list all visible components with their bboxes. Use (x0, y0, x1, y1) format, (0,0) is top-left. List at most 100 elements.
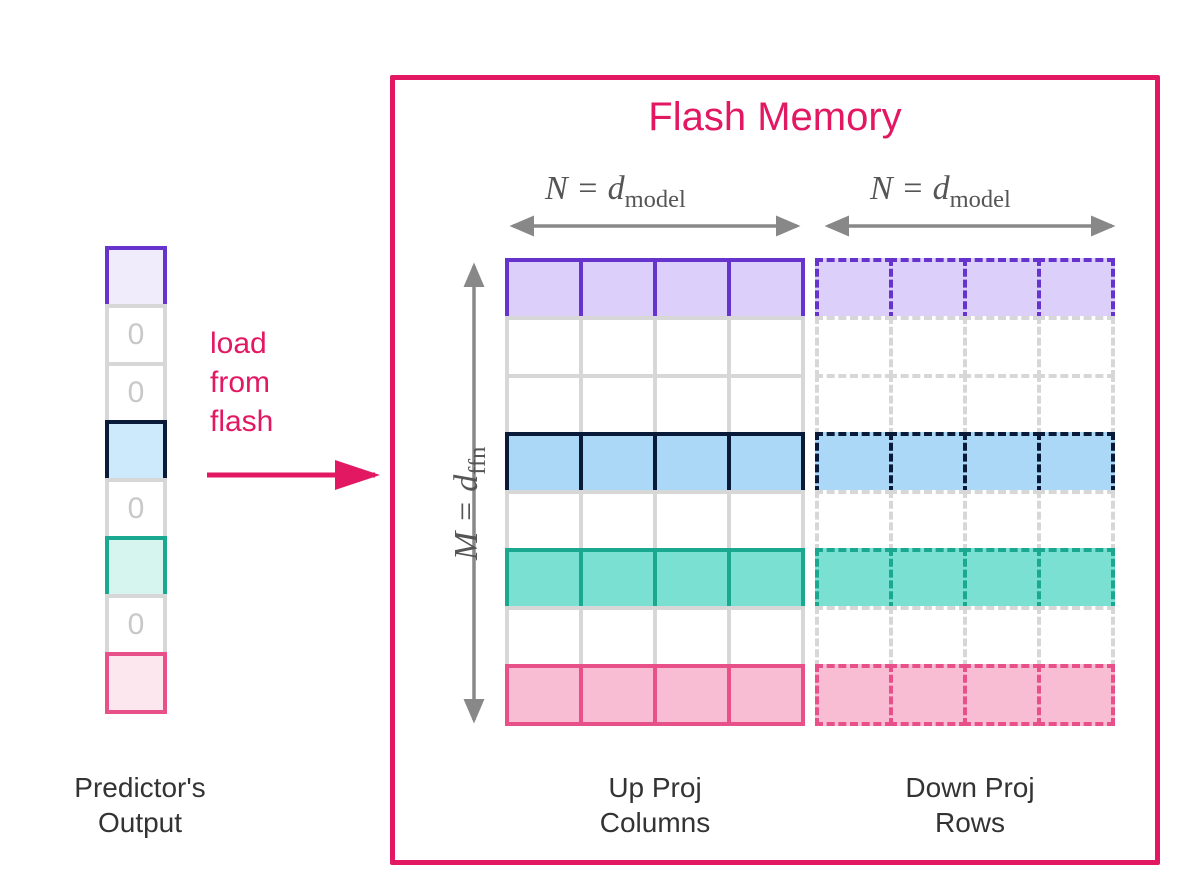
matrix-cell (963, 490, 1041, 552)
matrix-cell (963, 606, 1041, 668)
matrix-cell (579, 490, 657, 552)
matrix-cell (889, 548, 967, 610)
matrix-row (505, 432, 801, 494)
matrix-cell (1037, 606, 1115, 668)
matrix-row (815, 432, 1111, 494)
matrix-cell (653, 606, 731, 668)
matrix-cell (653, 432, 731, 494)
matrix-row (505, 258, 801, 320)
matrix-cell (727, 490, 805, 552)
matrix-row (505, 664, 801, 726)
matrix-cell (963, 258, 1041, 320)
n-dmodel-left-label: N = dmodel (545, 170, 686, 214)
down-proj-matrix (815, 258, 1111, 722)
matrix-cell (1037, 374, 1115, 436)
matrix-cell (579, 316, 657, 378)
matrix-cell (963, 316, 1041, 378)
matrix-cell (505, 258, 583, 320)
matrix-cell (889, 432, 967, 494)
matrix-cell (579, 258, 657, 320)
matrix-row (815, 374, 1111, 436)
flash-memory-title: Flash Memory (390, 95, 1160, 140)
matrix-cell (653, 258, 731, 320)
matrix-row (815, 606, 1111, 668)
matrix-cell (727, 664, 805, 726)
matrix-cell (727, 548, 805, 610)
n-dmodel-right-label: N = dmodel (870, 170, 1011, 214)
load-from-flash-text: loadfromflash (210, 324, 273, 441)
matrix-cell (505, 316, 583, 378)
matrix-cell (889, 258, 967, 320)
matrix-cell (963, 374, 1041, 436)
matrix-cell (727, 374, 805, 436)
matrix-cell (505, 432, 583, 494)
matrix-cell (815, 316, 893, 378)
matrix-cell (1037, 664, 1115, 726)
matrix-row (505, 374, 801, 436)
predictor-cell: 0 (105, 594, 167, 656)
predictor-cell: 0 (105, 478, 167, 540)
matrix-cell (1037, 548, 1115, 610)
matrix-cell (579, 548, 657, 610)
matrix-cell (505, 606, 583, 668)
predictor-cell: 0 (105, 362, 167, 424)
predictor-cell (105, 246, 167, 308)
matrix-cell (505, 490, 583, 552)
matrix-cell (505, 374, 583, 436)
matrix-cell (579, 664, 657, 726)
predictor-cell: 0 (105, 304, 167, 366)
matrix-row (815, 664, 1111, 726)
matrix-cell (889, 606, 967, 668)
matrix-cell (815, 664, 893, 726)
matrix-cell (889, 490, 967, 552)
up-proj-matrix (505, 258, 801, 722)
matrix-cell (889, 664, 967, 726)
matrix-cell (653, 316, 731, 378)
down-proj-label: Down ProjRows (820, 770, 1120, 840)
matrix-cell (653, 490, 731, 552)
matrix-cell (579, 374, 657, 436)
matrix-row (815, 490, 1111, 552)
predictor-output-label: Predictor'sOutput (65, 770, 215, 840)
matrix-row (505, 606, 801, 668)
n-width-arrow-left-icon (505, 212, 805, 240)
matrix-cell (1037, 432, 1115, 494)
matrix-cell (579, 432, 657, 494)
matrix-cell (963, 432, 1041, 494)
matrix-cell (815, 490, 893, 552)
matrix-cell (963, 548, 1041, 610)
predictor-cell (105, 420, 167, 482)
m-dffn-label: M = dffn (448, 447, 492, 560)
matrix-cell (653, 374, 731, 436)
matrix-cell (889, 316, 967, 378)
matrix-row (505, 316, 801, 378)
matrix-row (505, 490, 801, 552)
matrix-cell (505, 548, 583, 610)
matrix-cell (505, 664, 583, 726)
matrix-cell (1037, 316, 1115, 378)
up-proj-label: Up ProjColumns (505, 770, 805, 840)
matrix-row (815, 258, 1111, 320)
matrix-cell (963, 664, 1041, 726)
predictor-output-vector: 0000 (105, 246, 167, 710)
projection-matrices (505, 258, 1111, 722)
matrix-cell (815, 258, 893, 320)
matrix-cell (653, 548, 731, 610)
matrix-row (505, 548, 801, 610)
matrix-cell (815, 606, 893, 668)
matrix-cell (579, 606, 657, 668)
matrix-row (815, 316, 1111, 378)
matrix-cell (815, 374, 893, 436)
matrix-cell (815, 548, 893, 610)
predictor-cell (105, 536, 167, 598)
n-width-arrow-right-icon (820, 212, 1120, 240)
matrix-cell (727, 258, 805, 320)
matrix-cell (727, 606, 805, 668)
matrix-cell (815, 432, 893, 494)
matrix-cell (653, 664, 731, 726)
matrix-cell (889, 374, 967, 436)
matrix-cell (727, 316, 805, 378)
matrix-row (815, 548, 1111, 610)
matrix-cell (727, 432, 805, 494)
predictor-cell (105, 652, 167, 714)
